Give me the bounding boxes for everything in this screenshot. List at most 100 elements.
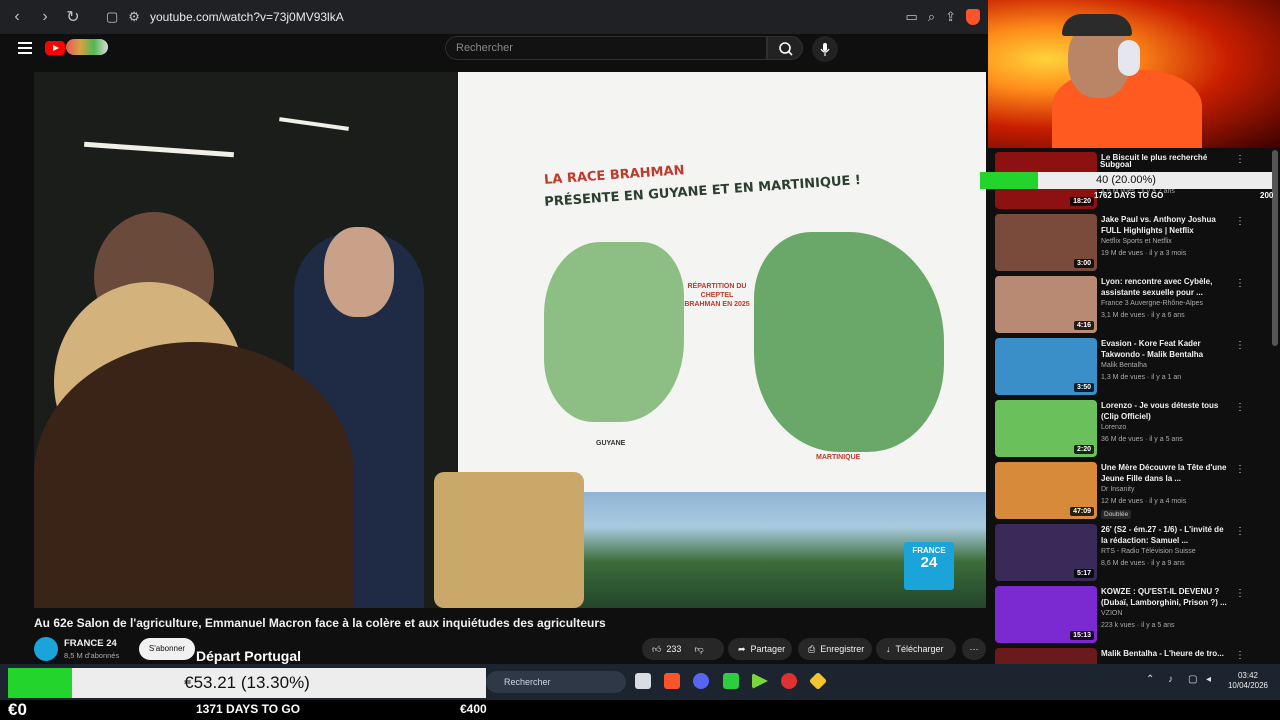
- more-options-icon[interactable]: ⋮: [1235, 526, 1245, 537]
- recommendation-channel[interactable]: Netflix Sports et Netflix: [1101, 238, 1172, 245]
- recommendation-item[interactable]: 3:00 Jake Paul vs. Anthony Joshua FULL Hi…: [995, 214, 1265, 272]
- donation-start: €0: [8, 700, 27, 719]
- chevron-up-icon[interactable]: ⌃: [1146, 674, 1154, 685]
- more-options-icon[interactable]: ⋮: [1235, 154, 1245, 165]
- recommendation-meta: 19 M de vues · il y a 3 mois: [1101, 250, 1187, 257]
- search-input[interactable]: Rechercher: [445, 36, 767, 60]
- recommendation-title[interactable]: Malik Bentalha - L'heure de tro...: [1101, 648, 1227, 659]
- doodle-logo-icon[interactable]: [66, 39, 108, 55]
- channel-subscribers: 8,5 M d'abonnés: [64, 651, 120, 660]
- voice-search-button[interactable]: [812, 36, 838, 62]
- recommendation-meta: 1,3 M de vues · il y a 1 an: [1101, 374, 1182, 381]
- subscribe-button[interactable]: S'abonner: [139, 638, 195, 660]
- recommendation-item[interactable]: 2:20 Lorenzo - Je vous déteste tous (Clip…: [995, 400, 1265, 458]
- recommendation-item[interactable]: 4:16 Lyon: rencontre avec Cybèle, assista…: [995, 276, 1265, 334]
- more-options-icon[interactable]: ⋮: [1235, 278, 1245, 289]
- recommendation-title[interactable]: Une Mère Découvre la Tête d'une Jeune Fi…: [1101, 462, 1227, 484]
- save-label: Enregistrer: [820, 644, 865, 654]
- clock[interactable]: 03:42 10/04/2026: [1226, 671, 1270, 691]
- cast-icon[interactable]: ▭: [906, 9, 918, 25]
- app-red-icon[interactable]: [781, 673, 797, 689]
- map-label-guyane: GUYANE: [596, 440, 626, 447]
- mic-icon: [820, 43, 830, 56]
- network-icon[interactable]: ▢: [1188, 674, 1197, 685]
- download-icon: ↓: [886, 644, 891, 654]
- recommendation-channel[interactable]: Dr Insanity: [1101, 486, 1134, 493]
- recommendation-item[interactable]: 15:13 KOWZE : QU'EST-IL DEVENU ? (Dubaï, …: [995, 586, 1265, 644]
- video-thumbnail[interactable]: 15:13: [995, 586, 1097, 643]
- mic-icon[interactable]: ♪: [1168, 674, 1173, 685]
- video-thumbnail[interactable]: 47:09: [995, 462, 1097, 519]
- subgoal-text: 40 (20.00%): [1096, 174, 1156, 186]
- recommendation-title[interactable]: Lorenzo - Je vous déteste tous (Clip Off…: [1101, 400, 1227, 422]
- sidebar-scrollbar[interactable]: [1272, 150, 1278, 346]
- webcam-overlay: [988, 0, 1280, 148]
- recommendation-title[interactable]: 26' (S2 - ém.27 - 1/6) - L'invité de la …: [1101, 524, 1227, 546]
- more-options-icon[interactable]: ⋮: [1235, 650, 1245, 661]
- more-options-icon[interactable]: ⋮: [1235, 464, 1245, 475]
- thumbs-down-icon[interactable]: 👎︎: [694, 638, 703, 660]
- reload-icon[interactable]: ↻: [64, 7, 82, 27]
- channel-avatar[interactable]: [34, 637, 58, 661]
- donation-goal-amount: €400: [460, 702, 487, 716]
- recommendation-meta: 3,1 M de vues · il y a 6 ans: [1101, 312, 1185, 319]
- recommendation-channel[interactable]: Lorenzo: [1101, 424, 1126, 431]
- more-options-icon[interactable]: ⋮: [1235, 402, 1245, 413]
- app-green-icon[interactable]: [723, 673, 739, 689]
- more-actions-button[interactable]: ⋯: [962, 638, 986, 660]
- more-options-icon[interactable]: ⋮: [1235, 588, 1245, 599]
- download-button[interactable]: ↓ Télécharger: [876, 638, 956, 660]
- menu-icon[interactable]: [18, 42, 32, 57]
- brave-browser-icon[interactable]: [664, 673, 680, 689]
- bookmark-icon: ⎙: [808, 644, 816, 654]
- ceiling-light: [84, 141, 234, 158]
- zoom-icon[interactable]: ⌕: [928, 9, 935, 25]
- forward-icon[interactable]: ›: [36, 8, 54, 26]
- video-thumbnail[interactable]: 4:16: [995, 276, 1097, 333]
- video-thumbnail[interactable]: 2:20: [995, 400, 1097, 457]
- recommendation-title[interactable]: Lyon: rencontre avec Cybèle, assistante …: [1101, 276, 1227, 298]
- person-head: [324, 227, 394, 317]
- recommendation-item[interactable]: 47:09 Une Mère Découvre la Tête d'une Jeu…: [995, 462, 1265, 520]
- recommendation-channel[interactable]: VZION: [1101, 610, 1122, 617]
- video-duration: 3:00: [1073, 259, 1094, 268]
- site-info-icon[interactable]: ⚙: [128, 9, 140, 25]
- video-thumbnail[interactable]: 3:00: [995, 214, 1097, 271]
- like-button[interactable]: 👍︎ 233 👎︎: [642, 638, 724, 660]
- search-button[interactable]: [767, 36, 803, 60]
- recommendation-title[interactable]: Evasion - Kore Feat Kader Takwondo - Mal…: [1101, 338, 1227, 360]
- save-button[interactable]: ⎙ Enregistrer: [798, 638, 872, 660]
- share-icon[interactable]: ⇪: [945, 9, 956, 25]
- channel-name[interactable]: FRANCE 24: [64, 638, 117, 649]
- video-duration: 47:09: [1070, 507, 1094, 516]
- video-duration: 5:17: [1073, 569, 1094, 578]
- video-thumbnail[interactable]: 5:17: [995, 524, 1097, 581]
- more-options-icon[interactable]: ⋮: [1235, 216, 1245, 227]
- recommendation-title[interactable]: KOWZE : QU'EST-IL DEVENU ? (Dubaï, Lambo…: [1101, 586, 1227, 608]
- recommendation-item[interactable]: Malik Bentalha - L'heure de tro... ⋮: [995, 648, 1265, 664]
- dubbed-badge: Doublée: [1101, 510, 1132, 519]
- ceiling-light: [279, 117, 349, 131]
- share-button[interactable]: ➦ Partager: [728, 638, 792, 660]
- recommendation-title[interactable]: Jake Paul vs. Anthony Joshua FULL Highli…: [1101, 214, 1227, 236]
- url-text[interactable]: youtube.com/watch?v=73j0MV93lkA: [150, 10, 344, 24]
- back-icon[interactable]: ‹: [8, 8, 26, 26]
- recommendation-item[interactable]: 5:17 26' (S2 - ém.27 - 1/6) - L'invité de…: [995, 524, 1265, 582]
- recommendation-channel[interactable]: RTS - Radio Télévision Suisse: [1101, 548, 1196, 555]
- volume-icon[interactable]: ◂: [1206, 674, 1211, 685]
- recommendation-item[interactable]: 3:50 Evasion - Kore Feat Kader Takwondo -…: [995, 338, 1265, 396]
- video-thumbnail[interactable]: 3:50: [995, 338, 1097, 395]
- address-bar[interactable]: ▢ ⚙ youtube.com/watch?v=73j0MV93lkA: [92, 5, 896, 29]
- taskbar-search-input[interactable]: Rechercher: [486, 671, 626, 693]
- task-view-icon[interactable]: [635, 673, 651, 689]
- youtube-logo-icon[interactable]: [45, 41, 65, 55]
- bookmark-icon[interactable]: ▢: [106, 9, 118, 25]
- subgoal-label: Subgoal: [1100, 160, 1132, 169]
- recommendation-channel[interactable]: France 3 Auvergne-Rhône-Alpes: [1101, 300, 1203, 307]
- recommendation-channel[interactable]: Malik Bentalha: [1101, 362, 1147, 369]
- more-options-icon[interactable]: ⋮: [1235, 340, 1245, 351]
- discord-icon[interactable]: [693, 673, 709, 689]
- video-thumbnail[interactable]: [995, 648, 1097, 664]
- brave-shield-icon[interactable]: [966, 9, 980, 25]
- video-player[interactable]: LA RACE BRAHMAN PRÉSENTE EN GUYANE ET EN…: [34, 72, 986, 608]
